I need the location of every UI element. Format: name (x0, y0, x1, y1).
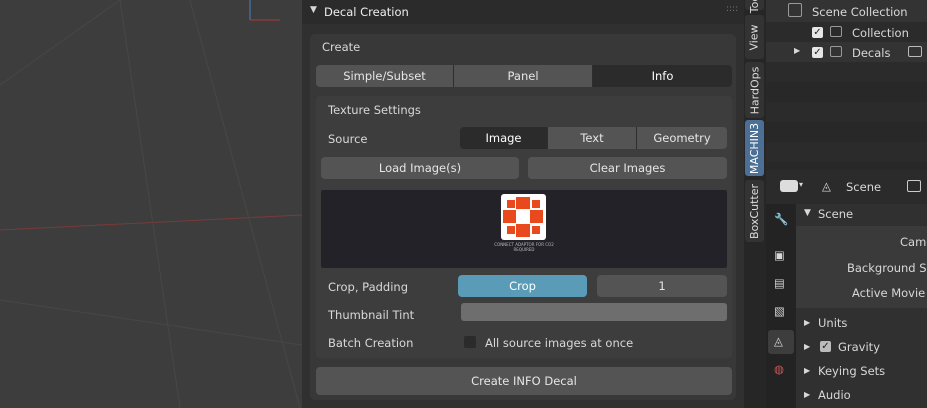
batch-creation-label: Batch Creation (328, 336, 414, 350)
new-scene-icon[interactable] (907, 180, 921, 192)
drag-handle-icon[interactable]: :::: (726, 4, 738, 14)
3d-viewport[interactable] (0, 0, 302, 408)
chevron-down-icon[interactable]: ▾ (799, 180, 803, 189)
crop-toggle-button[interactable]: Crop (458, 275, 587, 297)
outliner-row-collection[interactable]: ✓ Collection (766, 22, 927, 42)
decals-label: Decals (852, 46, 891, 60)
side-tabs: Tool View HardOps MACHIN3 BoxCutter (744, 0, 766, 408)
scene-selector-icon: ◬ (822, 179, 831, 193)
outliner-row-decals[interactable]: ▶ ✓ Decals (766, 42, 927, 62)
expand-arrow-icon[interactable]: ▶ (794, 46, 800, 55)
audio-section[interactable]: Audio (818, 388, 851, 402)
source-text[interactable]: Text (548, 127, 637, 149)
crop-padding-label: Crop, Padding (328, 280, 409, 294)
collapse-arrow-icon[interactable]: ▼ (310, 5, 317, 15)
create-info-decal-button[interactable]: Create INFO Decal (316, 367, 732, 395)
mode-info[interactable]: Info (593, 65, 732, 87)
scene-selector[interactable]: Scene (846, 180, 881, 194)
preview-caption: CONNECT ADAPTOR FOR CO2 REQUIRED (494, 242, 554, 252)
keying-sets-section[interactable]: Keying Sets (818, 364, 885, 378)
output-icon[interactable]: ▤ (774, 276, 785, 290)
texture-settings-label: Texture Settings (328, 103, 421, 117)
tab-tool[interactable]: Tool (745, 0, 764, 13)
clear-images-button[interactable]: Clear Images (528, 157, 727, 179)
tab-hardops[interactable]: HardOps (745, 62, 764, 118)
thumbnail-tint-label: Thumbnail Tint (328, 308, 415, 322)
tool-icon[interactable]: 🔧 (774, 212, 788, 226)
scene-collection-label: Scene Collection (812, 5, 908, 19)
active-movie-clip-label: Active Movie Clip (852, 286, 927, 300)
panel-title: Decal Creation (324, 5, 409, 19)
texture-settings-box: Texture Settings Source Image Text Geome… (316, 96, 732, 358)
mode-simple-subset[interactable]: Simple/Subset (316, 65, 454, 87)
outliner-row-scene-collection[interactable]: Scene Collection (766, 0, 927, 22)
collection-box-icon (830, 46, 842, 57)
source-geometry[interactable]: Geometry (637, 127, 727, 149)
world-icon[interactable]: ◍ (774, 362, 784, 376)
expand-arrow-icon[interactable]: ▶ (804, 318, 810, 327)
properties-editor: ▾ ◬ Scene 🔧 ▣ ▤ ▧ ◬ ◍ ▼ Scene Camera Bac… (766, 170, 927, 408)
collection-label: Collection (852, 26, 909, 40)
checkbox-icon[interactable]: ✓ (812, 27, 823, 38)
tab-boxcutter[interactable]: BoxCutter (745, 180, 764, 242)
expand-arrow-icon[interactable]: ▶ (804, 390, 810, 399)
properties-tab-column: 🔧 ▣ ▤ ▧ ◬ ◍ (766, 204, 796, 408)
gravity-section[interactable]: Gravity (838, 340, 880, 354)
units-section[interactable]: Units (818, 316, 847, 330)
section-expand-icon[interactable]: ▼ (804, 208, 811, 218)
source-image[interactable]: Image (460, 127, 548, 149)
outliner-empty-row (766, 102, 927, 122)
decal-thumbnail (501, 194, 546, 240)
batch-checkbox[interactable] (464, 336, 476, 348)
collection-box-icon (830, 26, 842, 37)
thumbnail-tint-color[interactable] (461, 303, 727, 321)
load-images-button[interactable]: Load Image(s) (321, 157, 519, 179)
tab-machin3[interactable]: MACHIN3 (745, 120, 764, 176)
panel-header[interactable]: ▼ Decal Creation :::: (302, 0, 744, 24)
view-layer-icon[interactable]: ▧ (774, 304, 785, 318)
scene-tab-active[interactable]: ◬ (768, 330, 794, 354)
expand-arrow-icon[interactable]: ▶ (804, 342, 810, 351)
camera-label: Camera (900, 235, 927, 249)
image-preview: CONNECT ADAPTOR FOR CO2 REQUIRED (321, 190, 727, 268)
properties-header: ▾ ◬ Scene (766, 170, 927, 204)
gravity-checkbox[interactable]: ✓ (820, 341, 831, 352)
scene-section-title: Scene (818, 207, 854, 221)
background-scene-label: Background Scene (847, 261, 927, 275)
expand-arrow-icon[interactable]: ▶ (804, 366, 810, 375)
editor-type-icon[interactable] (780, 180, 798, 192)
warning-decal-icon (503, 197, 543, 237)
source-label: Source (328, 132, 368, 146)
scene-fields: Camera Background Scene Active Movie Cli… (796, 226, 927, 308)
checkbox-icon[interactable]: ✓ (812, 47, 823, 58)
tab-view[interactable]: View (745, 15, 764, 59)
mode-panel[interactable]: Panel (454, 65, 593, 87)
outliner: Scene Collection ✓ Collection ▶ ✓ Decals (766, 0, 927, 170)
outliner-empty-row (766, 142, 927, 162)
padding-field[interactable]: 1 (597, 275, 727, 297)
collection-box-icon (908, 46, 922, 57)
batch-checkbox-label: All source images at once (485, 336, 634, 350)
create-label: Create (322, 40, 361, 54)
create-box: Create Simple/Subset Panel Info Texture … (310, 34, 736, 400)
outliner-empty-row (766, 62, 927, 82)
scene-icon: ◬ (774, 334, 783, 348)
render-icon[interactable]: ▣ (774, 248, 785, 262)
collection-box-icon (788, 3, 802, 17)
viewport-grid (0, 0, 302, 408)
